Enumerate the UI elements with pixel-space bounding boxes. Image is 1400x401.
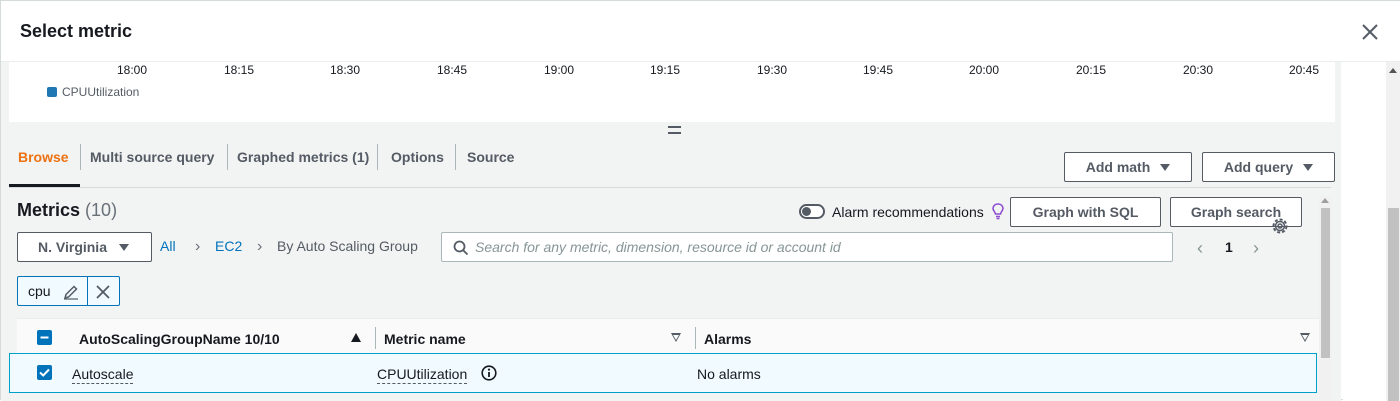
scrollbar-thumb[interactable] — [1388, 208, 1399, 401]
metric-search[interactable] — [441, 232, 1173, 262]
previous-page-icon[interactable]: ‹ — [1197, 238, 1203, 259]
close-icon[interactable] — [95, 284, 111, 300]
x-tick: 20:45 — [1288, 63, 1320, 77]
tab-graphed-metrics[interactable]: Graphed metrics (1) — [237, 149, 369, 165]
region-select[interactable]: N. Virginia — [17, 232, 152, 262]
tab-divider — [455, 144, 456, 170]
tab-multi-source-query[interactable]: Multi source query — [90, 149, 214, 165]
gear-icon[interactable] — [1271, 217, 1289, 235]
tab-divider — [80, 144, 81, 170]
legend-label: CPUUtilization — [62, 85, 140, 99]
scroll-up-icon[interactable] — [1389, 68, 1397, 73]
tab-browse[interactable]: Browse — [18, 149, 69, 165]
browse-panel: Metrics (10) Alarm recommendations Graph… — [9, 188, 1319, 401]
tab-divider — [377, 144, 378, 170]
caret-down-icon — [118, 243, 129, 251]
token-divider — [87, 277, 88, 305]
x-tick: 20:30 — [1182, 63, 1214, 77]
resize-handle[interactable] — [668, 126, 681, 134]
tab-source[interactable]: Source — [467, 149, 514, 165]
edit-icon[interactable] — [63, 284, 79, 300]
metrics-count: (10) — [85, 200, 118, 220]
region-value: N. Virginia — [38, 239, 107, 255]
x-tick: 18:00 — [116, 63, 148, 77]
graph-preview: 18:00 18:15 18:30 18:45 19:00 19:15 19:3… — [9, 62, 1335, 122]
x-tick: 18:45 — [436, 63, 468, 77]
breadcrumb-by-auto-scaling-group: By Auto Scaling Group — [277, 238, 418, 254]
tab-divider — [227, 144, 228, 170]
graph-legend[interactable]: CPUUtilization — [47, 85, 139, 99]
add-math-label: Add math — [1085, 159, 1151, 175]
scroll-up-icon[interactable] — [1321, 198, 1329, 203]
toggle-knob — [802, 207, 811, 216]
filter-token-text: cpu — [28, 283, 51, 299]
add-query-label: Add query — [1223, 159, 1294, 175]
modal-scrollbar[interactable] — [1386, 62, 1400, 401]
add-query-button[interactable]: Add query — [1202, 152, 1335, 182]
search-icon — [453, 240, 469, 256]
filter-token: cpu — [17, 276, 120, 306]
breadcrumb-ec2[interactable]: EC2 — [215, 238, 242, 254]
x-tick: 18:15 — [223, 63, 255, 77]
next-page-icon[interactable]: › — [1253, 238, 1259, 259]
x-tick: 19:45 — [862, 63, 894, 77]
graph-with-sql-button[interactable]: Graph with SQL — [1010, 197, 1161, 227]
modal-header: Select metric — [1, 1, 1400, 62]
breadcrumb-all[interactable]: All — [160, 238, 176, 254]
x-tick: 19:30 — [756, 63, 788, 77]
legend-swatch — [47, 87, 57, 97]
metrics-title: Metrics — [17, 200, 81, 220]
caret-down-icon — [1160, 163, 1171, 171]
x-tick: 20:00 — [968, 63, 1000, 77]
tab-options[interactable]: Options — [391, 149, 444, 165]
table-scrollbar[interactable] — [1319, 196, 1332, 401]
x-tick: 19:00 — [543, 63, 575, 77]
modal-content: 18:00 18:15 18:30 18:45 19:00 19:15 19:3… — [1, 62, 1341, 401]
x-tick: 20:15 — [1075, 63, 1107, 77]
alarm-recommendations-toggle[interactable] — [799, 204, 825, 219]
lightbulb-icon — [992, 203, 1004, 220]
search-input[interactable] — [475, 238, 1165, 256]
metrics-heading: Metrics (10) — [17, 200, 117, 221]
close-icon[interactable] — [1359, 21, 1381, 43]
alarm-recommendations-label: Alarm recommendations — [832, 204, 984, 220]
page-number[interactable]: 1 — [1225, 239, 1233, 255]
modal-scrollbar-area — [1343, 62, 1400, 401]
tab-bar: Browse Multi source query Graphed metric… — [9, 137, 1335, 189]
breadcrumb-separator-icon: › — [257, 238, 263, 255]
breadcrumb-separator-icon: › — [195, 238, 201, 255]
x-tick: 19:15 — [649, 63, 681, 77]
add-math-button[interactable]: Add math — [1064, 152, 1192, 182]
x-tick: 18:30 — [329, 63, 361, 77]
scrollbar-thumb[interactable] — [1321, 208, 1330, 358]
modal-title: Select metric — [20, 21, 133, 41]
select-metric-modal: Select metric 18:00 18:15 18:30 18:45 19… — [0, 0, 1400, 401]
caret-down-icon — [1303, 163, 1314, 171]
